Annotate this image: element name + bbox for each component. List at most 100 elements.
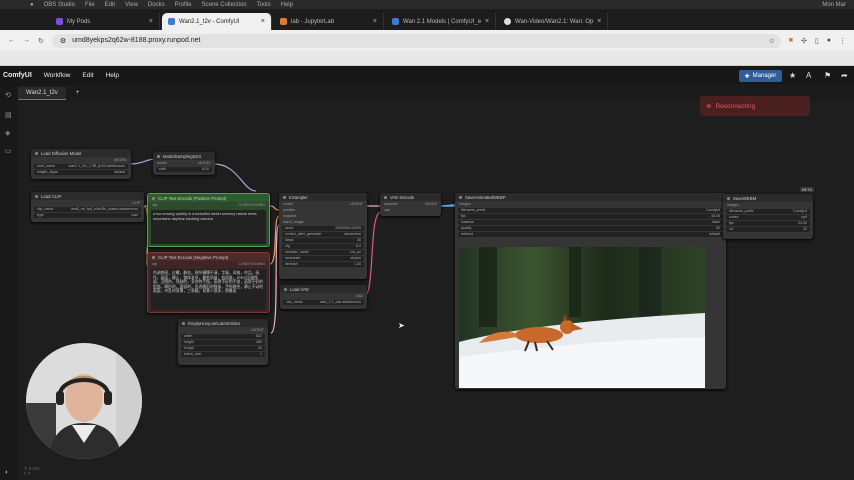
bookmark-star-icon[interactable]: ☆ bbox=[769, 37, 781, 45]
node-load-diffusion-model[interactable]: Load Diffusion Model MODEL unet_name wan2… bbox=[31, 149, 131, 179]
reconnecting-toast: ⊗ Reconnecting bbox=[700, 96, 810, 116]
menu-edit[interactable]: Edit bbox=[82, 72, 93, 79]
url-text: umd8yekps2q62w-8188.proxy.runpod.net bbox=[72, 37, 201, 44]
menu-scene-collection[interactable]: Scene Collection bbox=[202, 2, 247, 8]
node-vae-decode[interactable]: VAE Decode samples IMAGE vae bbox=[380, 193, 441, 216]
sampler-name-widget[interactable]: sampler_name uni_pc bbox=[282, 250, 364, 255]
graph-canvas[interactable]: Load Diffusion Model MODEL unet_name wan2… bbox=[18, 101, 854, 480]
close-icon[interactable]: × bbox=[485, 18, 489, 25]
lossless-widget[interactable]: lossless false bbox=[458, 220, 723, 225]
width-widget[interactable]: width 832 bbox=[181, 334, 265, 339]
site-info-icon[interactable]: ⚙ bbox=[60, 37, 66, 45]
puzzle-icon: ✚ bbox=[744, 73, 750, 80]
webcam-overlay bbox=[26, 343, 142, 459]
close-icon[interactable]: × bbox=[597, 18, 601, 25]
node-load-vae[interactable]: Load VAE VAE vae_name wan_2.1_vae.safeten… bbox=[280, 285, 367, 309]
node-clip-text-encode-positive[interactable]: CLIP Text Encode (Positive Prompt) clip C… bbox=[147, 193, 270, 247]
apple-icon[interactable]: ● bbox=[30, 2, 34, 8]
node-save-webm[interactable]: SaveWEBM images filename_prefix ComfyUI c… bbox=[723, 194, 813, 239]
seed-widget[interactable]: seed 1052836144295 bbox=[282, 226, 364, 231]
node-empty-hunyuan-latent-video[interactable]: EmptyHunyuanLatentVideo LATENT width 832 … bbox=[178, 319, 268, 365]
vae-name-widget[interactable]: vae_name wan_2.1_vae.safetensors bbox=[283, 300, 364, 305]
menu-file[interactable]: File bbox=[85, 2, 95, 8]
error-icon: ⊗ bbox=[706, 103, 712, 110]
length-widget[interactable]: length 33 bbox=[181, 346, 265, 351]
bookmarks-bar bbox=[0, 51, 854, 66]
cube-icon[interactable]: ◈ bbox=[5, 129, 13, 137]
browser-tab-strip: My Pods × Wan2.1_t2v - ComfyUI × lab - Jup… bbox=[0, 9, 854, 30]
clip-type-widget[interactable]: type wan bbox=[34, 213, 141, 218]
profile-icon[interactable]: ● bbox=[827, 37, 831, 44]
puzzle-icon[interactable]: ✣ bbox=[801, 37, 807, 45]
library-icon[interactable]: ▤ bbox=[5, 111, 13, 119]
menu-help[interactable]: Help bbox=[106, 72, 119, 79]
add-workflow-button[interactable]: + bbox=[76, 90, 80, 96]
user-icon[interactable]: ⚑ bbox=[824, 71, 831, 80]
node-ksampler[interactable]: KSampler model LATENT positive negative l… bbox=[279, 193, 367, 279]
tab-comfyui[interactable]: Wan2.1_t2v - ComfyUI × bbox=[162, 13, 272, 30]
batch-size-widget[interactable]: batch_size 1 bbox=[181, 352, 265, 357]
close-icon[interactable]: × bbox=[373, 18, 377, 25]
denoise-widget[interactable]: denoise 1.00 bbox=[282, 262, 364, 267]
node-model-sampling-sd3[interactable]: ModelSamplingSD3 model MODEL shift 8.00 bbox=[153, 152, 215, 175]
menu-workflow[interactable]: Workflow bbox=[44, 72, 71, 79]
comfy-icon bbox=[392, 18, 399, 25]
menu-profile[interactable]: Profile bbox=[175, 2, 192, 8]
comfy-logo: ComfyUI bbox=[3, 72, 32, 79]
link-layer bbox=[129, 158, 726, 334]
node-load-clip[interactable]: Load CLIP CLIP clip_name umt5_xxl_fp8_e4m… bbox=[31, 192, 144, 222]
quality-widget[interactable]: quality 90 bbox=[458, 226, 723, 231]
share-icon[interactable]: ➦ bbox=[841, 71, 848, 80]
menu-tools[interactable]: Tools bbox=[257, 2, 271, 8]
os-menubar: ● OBS Studio File Edit View Docks Profil… bbox=[0, 0, 854, 9]
cfg-widget[interactable]: cfg 6.0 bbox=[282, 244, 364, 249]
sidebar-icon[interactable]: ▯ bbox=[815, 37, 819, 45]
clip-name-widget[interactable]: clip_name umt5_xxl_fp8_e4m3fn_scaled.safe… bbox=[34, 207, 141, 212]
node-clip-text-encode-negative[interactable]: CLIP Text Encode (Negative Prompt) clip C… bbox=[147, 252, 270, 313]
close-icon[interactable]: × bbox=[149, 18, 153, 25]
height-widget[interactable]: height 480 bbox=[181, 340, 265, 345]
comfy-icon bbox=[168, 18, 175, 25]
menu-obs[interactable]: OBS Studio bbox=[44, 2, 75, 8]
extension-icon[interactable]: ■ bbox=[789, 37, 793, 44]
shift-widget[interactable]: shift 8.00 bbox=[156, 167, 212, 172]
steps-widget[interactable]: steps 30 bbox=[282, 238, 364, 243]
theme-icon[interactable]: ◐ bbox=[5, 469, 13, 477]
manager-button[interactable]: ✚ Manager bbox=[739, 70, 782, 82]
mouse-cursor: ➤ bbox=[398, 321, 405, 330]
fps-widget[interactable]: fps 16.00 bbox=[458, 214, 723, 219]
close-icon[interactable]: × bbox=[261, 18, 265, 25]
fps-widget[interactable]: fps 24.00 bbox=[726, 221, 810, 226]
scheduler-widget[interactable]: scheduler simple bbox=[282, 256, 364, 261]
sidebar: ⟲ ▤ ◈ ▭ ◐ bbox=[0, 85, 18, 480]
menu-help[interactable]: Help bbox=[281, 2, 293, 8]
positive-prompt-textarea[interactable]: a fox moving quickly in a beautiful wint… bbox=[151, 210, 266, 244]
control-after-generate-widget[interactable]: control_after_generate randomize bbox=[282, 232, 364, 237]
translate-icon[interactable]: A bbox=[806, 71, 811, 80]
workflow-tab[interactable]: Wan2.1_t2v bbox=[18, 86, 66, 100]
forward-icon[interactable]: → bbox=[23, 37, 30, 44]
reload-icon[interactable]: ↻ bbox=[38, 37, 44, 45]
tab-jupyterlab[interactable]: lab - JupyterLab × bbox=[274, 13, 384, 30]
unet-name-widget[interactable]: unet_name wan2.1_t2v_1.3B_fp16.safetensor… bbox=[34, 164, 128, 169]
back-icon[interactable]: ← bbox=[8, 37, 15, 44]
negative-prompt-textarea[interactable]: 色调艳丽，过曝，静态，细节模糊不清，字幕，风格，作品，画作，画面，静止，整体发灰… bbox=[151, 269, 266, 310]
codec-widget[interactable]: codec vp9 bbox=[726, 215, 810, 220]
filename-prefix-widget[interactable]: filename_prefix ComfyUI bbox=[726, 209, 810, 214]
tab-github-wan[interactable]: Wan-Video/Wan2.1: Wan: Op × bbox=[498, 13, 608, 30]
folder-icon[interactable]: ▭ bbox=[5, 147, 13, 155]
weight-dtype-widget[interactable]: weight_dtype default bbox=[34, 170, 128, 175]
star-icon[interactable]: ★ bbox=[789, 71, 796, 80]
menu-view[interactable]: View bbox=[125, 2, 138, 8]
status-footer: T: 0.00s I: 0 bbox=[24, 466, 40, 476]
menu-edit[interactable]: Edit bbox=[105, 2, 115, 8]
crf-widget[interactable]: crf 32 bbox=[726, 227, 810, 232]
address-bar[interactable]: ⚙ umd8yekps2q62w-8188.proxy.runpod.net ☆ bbox=[51, 33, 781, 48]
tab-my-pods[interactable]: My Pods × bbox=[50, 13, 160, 30]
menu-docks[interactable]: Docks bbox=[148, 2, 165, 8]
history-icon[interactable]: ⟲ bbox=[5, 91, 13, 99]
more-icon[interactable]: ⋮ bbox=[839, 37, 846, 45]
tab-wan-models[interactable]: Wan 2.1 Models | ComfyUI_e × bbox=[386, 13, 496, 30]
filename-prefix-widget[interactable]: filename_prefix ComfyUI bbox=[458, 208, 723, 213]
method-widget[interactable]: method default bbox=[458, 232, 723, 237]
